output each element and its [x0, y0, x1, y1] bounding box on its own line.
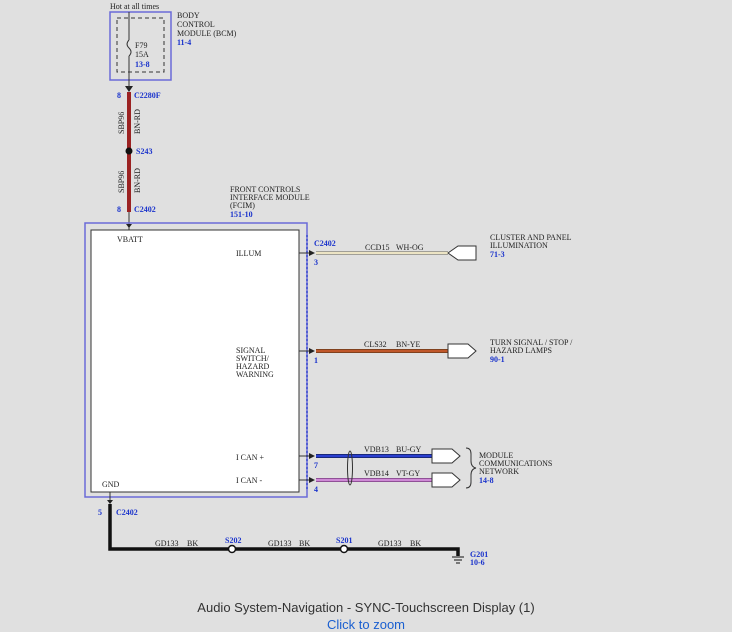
bcm-name-2: CONTROL: [177, 20, 215, 29]
zoom-link[interactable]: Click to zoom: [0, 617, 732, 632]
c2402-top-pin: 8: [117, 205, 121, 214]
can-minus-connector-arrow: [431, 472, 461, 488]
bcm-ref[interactable]: 11-4: [177, 38, 191, 47]
splice-s202-label[interactable]: S202: [225, 536, 241, 545]
wire-mid-color: BN-RD: [133, 168, 142, 193]
dest-network-3: NETWORK: [479, 467, 519, 476]
c2280f-name[interactable]: C2280F: [134, 91, 161, 100]
ground-connector[interactable]: C2402: [116, 508, 138, 517]
cluster-connector-arrow: [447, 245, 477, 261]
dest-turn-ref[interactable]: 90-1: [490, 355, 505, 364]
can-minus-arrow: [309, 477, 315, 483]
splice-s243-label[interactable]: S243: [136, 147, 152, 156]
cls32-color: BN-YE: [396, 340, 421, 349]
c2280f-pin: 8: [117, 91, 121, 100]
splice-s243-dot: [125, 147, 133, 155]
gd133-seg3-color: BK: [410, 539, 421, 548]
wire-top-circuit: SBP96: [117, 112, 126, 134]
signal-arrow: [309, 348, 315, 354]
fcim-name-3: (FCIM): [230, 201, 255, 210]
illum-arrow: [309, 250, 315, 256]
turn-connector-arrow: [447, 343, 477, 359]
cls32-circuit: CLS32: [364, 340, 387, 349]
fcim-ref[interactable]: 151-10: [230, 210, 253, 219]
gnd-label: GND: [102, 480, 120, 489]
vdb13-color: BU-GY: [396, 445, 422, 454]
dest-cluster-2: ILLUMINATION: [490, 241, 548, 250]
gnd-arrow: [107, 500, 113, 504]
ground-pin: 5: [98, 508, 102, 517]
c2402-right-label[interactable]: C2402: [314, 239, 336, 248]
wiring-diagram: Hot at all times F79 15A 13-8 BODY CONTR…: [84, 2, 573, 567]
bcm-name-3: MODULE (BCM): [177, 29, 237, 38]
signal-label-4: WARNING: [236, 370, 274, 379]
network-brace: [465, 447, 477, 489]
fuse-number: F79: [135, 41, 147, 50]
gd133-seg2-color: BK: [299, 539, 310, 548]
vdb14-color: VT-GY: [396, 469, 420, 478]
fuse-symbol: [126, 39, 132, 57]
ground-wire: [108, 504, 460, 556]
fuse-ref[interactable]: 13-8: [135, 60, 150, 69]
splice-s201-dot: [339, 544, 349, 554]
pin-1: 1: [314, 356, 318, 365]
bcm-name-1: BODY: [177, 11, 200, 20]
pin-4: 4: [314, 485, 318, 494]
pin-3: 3: [314, 258, 318, 267]
vbatt-arrow: [126, 224, 132, 228]
splice-s201-label[interactable]: S201: [336, 536, 352, 545]
dest-turn-2: HAZARD LAMPS: [490, 346, 552, 355]
gd133-seg1-color: BK: [187, 539, 198, 548]
wire-mid-circuit: SBP96: [117, 171, 126, 193]
can-plus-connector-arrow: [431, 448, 461, 464]
ground-ref[interactable]: 10-6: [470, 558, 485, 567]
vdb13-circuit: VDB13: [364, 445, 389, 454]
diagram-caption: Audio System-Navigation - SYNC-Touchscre…: [197, 600, 535, 615]
wire-top-color: BN-RD: [133, 109, 142, 134]
pin-7: 7: [314, 461, 318, 470]
c2402-top-name[interactable]: C2402: [134, 205, 156, 214]
vdb14-circuit: VDB14: [364, 469, 389, 478]
hot-at-all-times-label: Hot at all times: [110, 2, 159, 11]
illum-label: ILLUM: [236, 249, 261, 258]
dest-network-ref[interactable]: 14-8: [479, 476, 494, 485]
gd133-seg1-circuit: GD133: [155, 539, 179, 548]
gd133-seg3-circuit: GD133: [378, 539, 402, 548]
gd133-seg2-circuit: GD133: [268, 539, 292, 548]
ccd15-circuit: CCD15: [365, 243, 389, 252]
splice-s202-dot: [227, 544, 237, 554]
can-minus-label: I CAN -: [236, 476, 263, 485]
ccd15-color: WH-OG: [396, 243, 424, 252]
vbatt-label: VBATT: [117, 235, 143, 244]
fuse-amperage: 15A: [135, 50, 149, 59]
can-plus-arrow: [309, 453, 315, 459]
can-plus-label: I CAN +: [236, 453, 265, 462]
dest-cluster-ref[interactable]: 71-3: [490, 250, 505, 259]
